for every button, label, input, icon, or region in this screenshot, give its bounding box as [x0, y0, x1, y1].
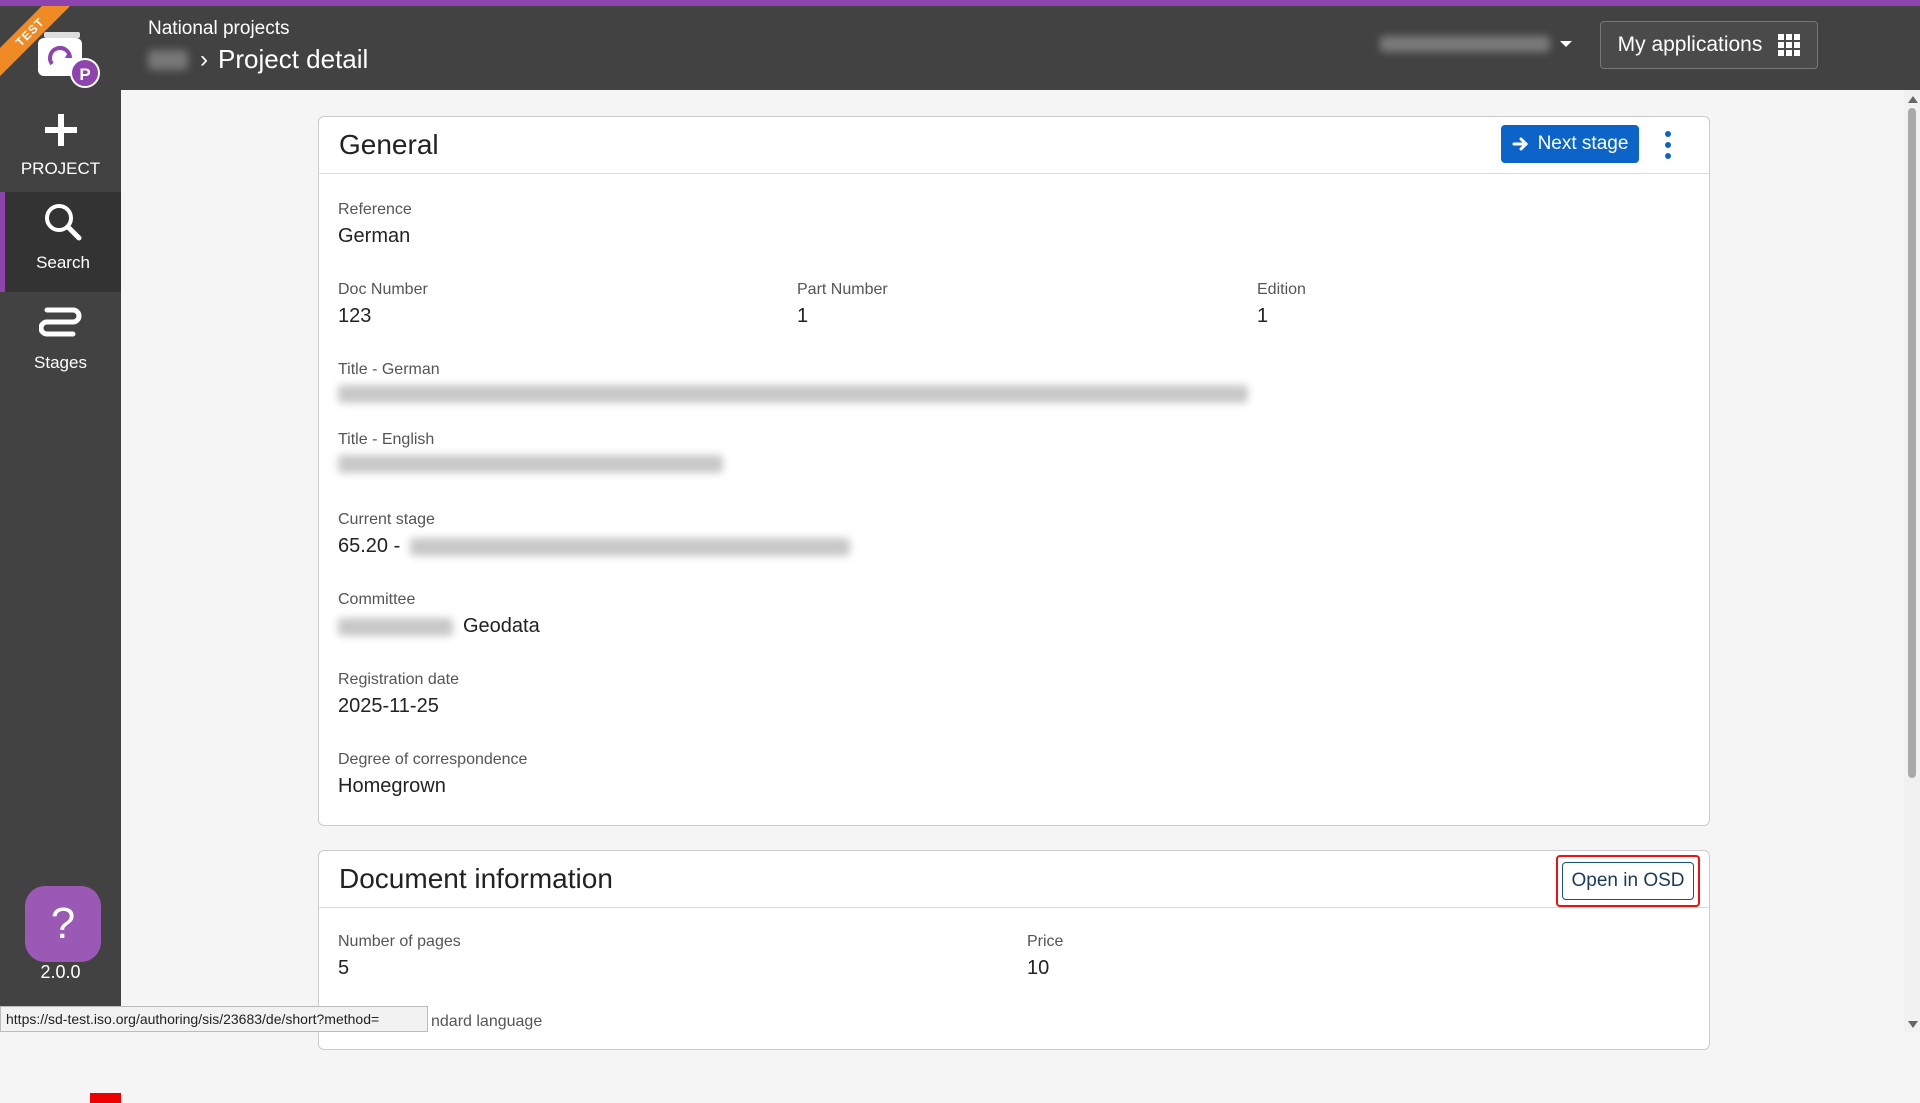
page-title: Project detail [218, 44, 369, 74]
field-label: Title - English [338, 431, 435, 448]
next-stage-button[interactable]: Next stage [1501, 125, 1639, 163]
redacted-text [410, 537, 851, 556]
field-label: Registration date [338, 671, 459, 688]
redacted-text [338, 617, 453, 636]
indicator-mark [90, 1093, 121, 1103]
arrow-right-icon [1512, 137, 1528, 151]
field-label: Degree of correspondence [338, 751, 528, 768]
app-version: 2.0.0 [40, 962, 81, 982]
field-label: Number of pages [338, 933, 461, 950]
chevron-right-icon: › [200, 45, 208, 73]
sidebar-item-search[interactable]: Search [0, 192, 121, 292]
field-value: 10 [1027, 957, 1050, 979]
general-card: General Next stage Reference German Doc … [318, 116, 1710, 826]
redacted-text [338, 455, 723, 473]
stages-icon [38, 307, 81, 337]
scroll-down-icon[interactable] [1908, 1021, 1918, 1028]
help-icon: ? [50, 899, 76, 948]
field-value: 5 [338, 957, 350, 979]
field-committee: Committee Geodata [338, 591, 540, 638]
stage-code: 65.20 - [338, 535, 401, 557]
app-name: National projects [148, 18, 290, 39]
search-icon [45, 204, 82, 241]
card-header: Document information [319, 851, 1709, 908]
document-information-card: Document information Number of pages 5 P… [318, 850, 1710, 1050]
field-value: 123 [338, 305, 372, 327]
help-button[interactable]: ? [25, 886, 101, 962]
sidebar-item-label: PROJECT [20, 159, 101, 178]
field-reference: Reference German [338, 201, 412, 248]
plus-icon [44, 114, 77, 146]
user-email-redacted [1380, 36, 1550, 52]
sidebar-item-label: Stages [34, 353, 87, 372]
field-degree-of-correspondence: Degree of correspondence Homegrown [338, 751, 527, 798]
app-grid-icon [1778, 34, 1801, 56]
app-logo[interactable]: TEST P [0, 6, 121, 90]
card-header: General Next stage [319, 117, 1709, 174]
field-label: Edition [1257, 281, 1306, 298]
top-bar: TEST P National projects › Project detai… [0, 6, 1920, 90]
breadcrumb: › Project detail [148, 44, 368, 75]
logo-badge: P [70, 58, 100, 88]
status-bar-url: https://sd-test.iso.org/authoring/sis/23… [0, 1006, 428, 1032]
field-value: German [338, 225, 411, 247]
field-value: 65.20 - [338, 535, 851, 558]
field-label: Committee [338, 591, 416, 608]
field-title-english: Title - English [338, 431, 723, 473]
scroll-up-icon[interactable] [1908, 96, 1918, 103]
sidebar-item-label: Search [36, 253, 90, 272]
field-price: Price 10 [1027, 933, 1063, 980]
field-value [338, 455, 723, 473]
field-label: Price [1027, 933, 1064, 950]
sidebar-item-project[interactable]: PROJECT [0, 110, 121, 179]
field-label: Current stage [338, 511, 435, 528]
field-part-number: Part Number 1 [797, 281, 888, 328]
field-value: Geodata [338, 615, 540, 638]
field-registration-date: Registration date 2025-11-25 [338, 671, 459, 718]
field-number-of-pages: Number of pages 5 [338, 933, 461, 980]
field-current-stage: Current stage 65.20 - [338, 511, 851, 558]
committee-name: Geodata [463, 615, 540, 637]
field-label: Doc Number [338, 281, 428, 298]
scroll-thumb[interactable] [1908, 108, 1916, 778]
field-label: Part Number [797, 281, 888, 298]
field-label: Reference [338, 201, 412, 218]
my-applications-button[interactable]: My applications [1600, 21, 1818, 69]
chevron-down-icon [1560, 41, 1572, 47]
field-value: 2025-11-25 [338, 695, 439, 717]
card-title: Document information [339, 863, 613, 894]
next-stage-label: Next stage [1537, 133, 1629, 154]
user-menu[interactable] [1380, 36, 1572, 52]
open-in-osd-button[interactable]: Open in OSD [1562, 862, 1694, 900]
field-title-german: Title - German [338, 361, 1248, 403]
my-applications-label: My applications [1617, 33, 1763, 56]
field-doc-number: Doc Number 123 [338, 281, 428, 328]
field-label: Title - German [338, 361, 440, 378]
card-title: General [339, 129, 439, 160]
field-standard-language: ndard language [431, 1013, 542, 1031]
field-value: 1 [1257, 305, 1269, 327]
field-value: 1 [797, 305, 809, 327]
sidebar: PROJECT Search Stages ? 2.0.0 [0, 90, 121, 1103]
field-edition: Edition 1 [1257, 281, 1306, 328]
scrollbar[interactable] [1904, 90, 1920, 1032]
field-label: ndard language [431, 1013, 543, 1030]
field-value [338, 385, 1248, 403]
field-value: Homegrown [338, 775, 446, 797]
more-options-icon[interactable] [1664, 131, 1672, 159]
sidebar-item-stages[interactable]: Stages [0, 300, 121, 373]
breadcrumb-redacted-segment[interactable] [148, 49, 188, 70]
redacted-text [338, 385, 1248, 403]
